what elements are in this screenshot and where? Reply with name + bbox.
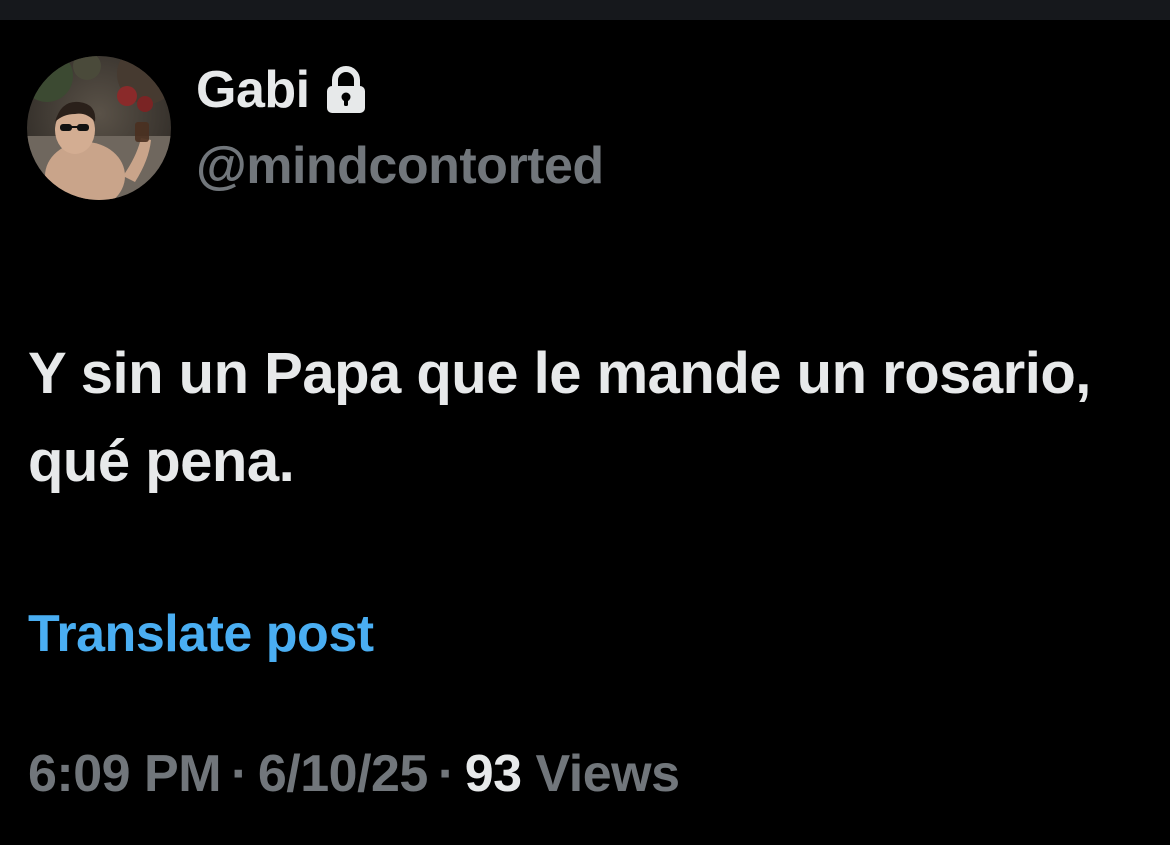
post-time[interactable]: 6:09 PM [28, 748, 222, 800]
post-date[interactable]: 6/10/25 [258, 748, 429, 800]
post-text: Y sin un Papa que le mande un rosario, q… [28, 341, 1091, 494]
avatar-photo-icon [27, 56, 171, 200]
post-meta: 6:09 PM · 6/10/25 · 93 Views [28, 748, 680, 800]
author-name-row[interactable]: Gabi [196, 58, 368, 122]
meta-separator: · [437, 745, 455, 803]
meta-separator: · [231, 745, 248, 803]
avatar[interactable] [27, 56, 171, 200]
translate-post-link[interactable]: Translate post [28, 608, 374, 660]
author-handle[interactable]: @mindcontorted [196, 140, 604, 192]
display-name[interactable]: Gabi [196, 64, 310, 116]
views-label: Views [535, 745, 680, 803]
top-bar [0, 0, 1170, 20]
lock-icon [324, 66, 368, 114]
views-count: 93 [464, 745, 522, 803]
